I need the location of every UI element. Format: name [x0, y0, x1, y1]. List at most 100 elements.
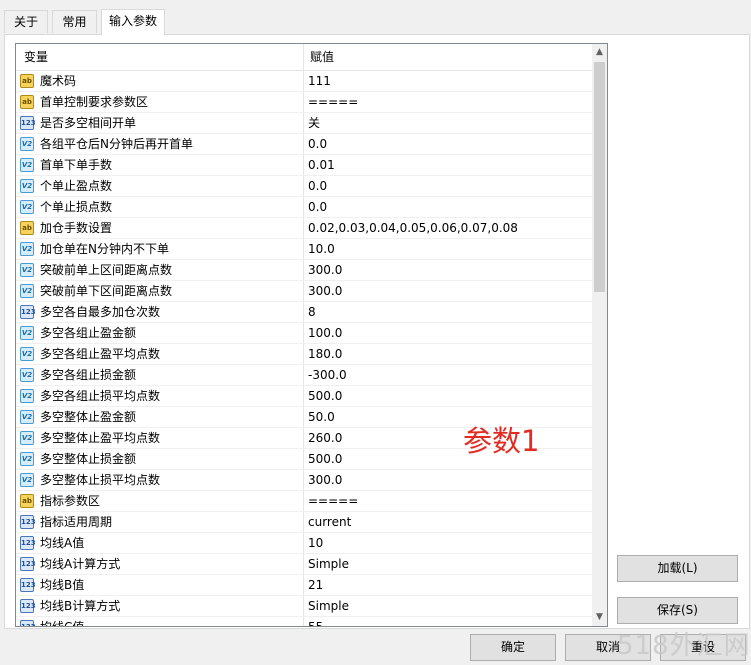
- scroll-down-icon[interactable]: ▼: [592, 609, 607, 626]
- tab-inputs[interactable]: 输入参数: [101, 9, 165, 35]
- table-row[interactable]: V2 各组平仓后N分钟后再开首单 0.0: [16, 134, 592, 155]
- parameter-value[interactable]: 0.0: [308, 134, 327, 154]
- table-row[interactable]: 123 指标适用周期 current: [16, 512, 592, 533]
- parameter-value[interactable]: 8: [308, 302, 316, 322]
- parameter-value[interactable]: 0.0: [308, 176, 327, 196]
- table-row[interactable]: V2 多空各组止损平均点数 500.0: [16, 386, 592, 407]
- parameter-value[interactable]: 260.0: [308, 428, 342, 448]
- table-row[interactable]: V2 多空各组止盈金额 100.0: [16, 323, 592, 344]
- parameter-name: 多空整体止盈平均点数: [40, 431, 161, 445]
- table-row[interactable]: 123 均线B计算方式 Simple: [16, 596, 592, 617]
- table-row[interactable]: ab 首单控制要求参数区 =====: [16, 92, 592, 113]
- parameter-value[interactable]: 10.0: [308, 239, 335, 259]
- double-type-icon: V2: [20, 284, 34, 298]
- parameter-value[interactable]: =====: [308, 92, 358, 112]
- integer-type-icon: 123: [20, 515, 36, 529]
- parameter-value[interactable]: 100.0: [308, 323, 342, 343]
- table-row[interactable]: V2 多空各组止损金额 -300.0: [16, 365, 592, 386]
- save-button[interactable]: 保存(S): [617, 597, 738, 624]
- parameter-name: 多空整体止损金额: [40, 452, 137, 466]
- table-row[interactable]: V2 突破前单上区间距离点数 300.0: [16, 260, 592, 281]
- parameter-value[interactable]: current: [308, 512, 351, 532]
- parameter-value[interactable]: Simple: [308, 596, 349, 616]
- parameter-name: 指标适用周期: [40, 515, 113, 529]
- double-type-icon: V2: [20, 137, 34, 151]
- parameter-value[interactable]: 180.0: [308, 344, 342, 364]
- parameter-value[interactable]: 21: [308, 575, 323, 595]
- parameter-name: 多空整体止损平均点数: [40, 473, 161, 487]
- parameter-name: 多空整体止盈金额: [40, 410, 137, 424]
- vertical-scrollbar[interactable]: ▲ ▼: [592, 44, 607, 626]
- table-row[interactable]: ab 指标参数区 =====: [16, 491, 592, 512]
- scroll-thumb[interactable]: [594, 62, 605, 292]
- parameter-name: 魔术码: [40, 74, 77, 88]
- table-row[interactable]: ab 魔术码 111: [16, 71, 592, 92]
- table-row[interactable]: ab 加仓手数设置 0.02,0.03,0.04,0.05,0.06,0.07,0.…: [16, 218, 592, 239]
- table-row[interactable]: 123 均线A计算方式 Simple: [16, 554, 592, 575]
- double-type-icon: V2: [20, 431, 34, 445]
- parameter-value[interactable]: 0.01: [308, 155, 335, 175]
- table-row[interactable]: 123 是否多空相间开单 关: [16, 113, 592, 134]
- tab-common[interactable]: 常用: [52, 10, 97, 33]
- parameter-value[interactable]: =====: [308, 491, 358, 511]
- column-header-value[interactable]: 赋值: [310, 44, 334, 70]
- parameter-value[interactable]: 50.0: [308, 407, 335, 427]
- ok-button[interactable]: 确定: [470, 634, 556, 661]
- parameter-value[interactable]: 300.0: [308, 281, 342, 301]
- parameter-name: 个单止损点数: [40, 200, 113, 214]
- parameter-name: 均线A值: [40, 536, 85, 550]
- table-row[interactable]: V2 多空整体止损平均点数 300.0: [16, 470, 592, 491]
- parameter-value[interactable]: Simple: [308, 554, 349, 574]
- overlay-annotation: 参数1: [463, 424, 540, 458]
- parameter-value[interactable]: 500.0: [308, 449, 342, 469]
- parameter-name: 加仓单在N分钟内不下单: [40, 242, 169, 256]
- parameter-value[interactable]: 300.0: [308, 260, 342, 280]
- integer-type-icon: 123: [20, 305, 36, 319]
- double-type-icon: V2: [20, 410, 34, 424]
- integer-type-icon: 123: [20, 557, 36, 571]
- parameter-name: 首单下单手数: [40, 158, 113, 172]
- parameter-value[interactable]: -300.0: [308, 365, 347, 385]
- table-row[interactable]: V2 个单止损点数 0.0: [16, 197, 592, 218]
- integer-type-icon: 123: [20, 620, 36, 626]
- table-row[interactable]: 123 均线A值 10: [16, 533, 592, 554]
- table-row[interactable]: V2 首单下单手数 0.01: [16, 155, 592, 176]
- parameter-value[interactable]: 500.0: [308, 386, 342, 406]
- grid-header: 变量 赋值: [16, 44, 592, 71]
- table-row[interactable]: V2 加仓单在N分钟内不下单 10.0: [16, 239, 592, 260]
- parameter-value[interactable]: 10: [308, 533, 323, 553]
- double-type-icon: V2: [20, 242, 34, 256]
- parameter-value[interactable]: 0.0: [308, 197, 327, 217]
- table-row[interactable]: 123 多空各自最多加仓次数 8: [16, 302, 592, 323]
- parameter-value[interactable]: 111: [308, 71, 331, 91]
- table-row[interactable]: 123 均线B值 21: [16, 575, 592, 596]
- integer-type-icon: 123: [20, 116, 36, 130]
- double-type-icon: V2: [20, 368, 34, 382]
- scroll-up-icon[interactable]: ▲: [592, 44, 607, 61]
- table-row[interactable]: V2 多空各组止盈平均点数 180.0: [16, 344, 592, 365]
- table-row[interactable]: V2 突破前单下区间距离点数 300.0: [16, 281, 592, 302]
- site-watermark: 518外汇网: [617, 631, 751, 661]
- parameter-name: 首单控制要求参数区: [40, 95, 149, 109]
- parameter-value[interactable]: 关: [308, 113, 320, 133]
- double-type-icon: V2: [20, 263, 34, 277]
- tab-about[interactable]: 关于: [4, 10, 48, 33]
- column-header-variable[interactable]: 变量: [24, 44, 48, 70]
- parameter-name: 指标参数区: [40, 494, 101, 508]
- parameter-name: 多空各自最多加仓次数: [40, 305, 161, 319]
- parameter-name: 多空各组止盈金额: [40, 326, 137, 340]
- table-row[interactable]: 123 均线C值 55: [16, 617, 592, 626]
- double-type-icon: V2: [20, 179, 34, 193]
- parameter-value[interactable]: 0.02,0.03,0.04,0.05,0.06,0.07,0.08: [308, 218, 518, 238]
- parameter-value[interactable]: 300.0: [308, 470, 342, 490]
- parameter-name: 突破前单上区间距离点数: [40, 263, 173, 277]
- double-type-icon: V2: [20, 200, 34, 214]
- double-type-icon: V2: [20, 452, 34, 466]
- string-type-icon: ab: [20, 95, 34, 109]
- load-button[interactable]: 加载(L): [617, 555, 738, 582]
- parameter-name: 多空各组止损平均点数: [40, 389, 161, 403]
- parameter-name: 多空各组止损金额: [40, 368, 137, 382]
- parameter-value[interactable]: 55: [308, 617, 323, 626]
- table-row[interactable]: V2 个单止盈点数 0.0: [16, 176, 592, 197]
- parameter-name: 均线B值: [40, 578, 85, 592]
